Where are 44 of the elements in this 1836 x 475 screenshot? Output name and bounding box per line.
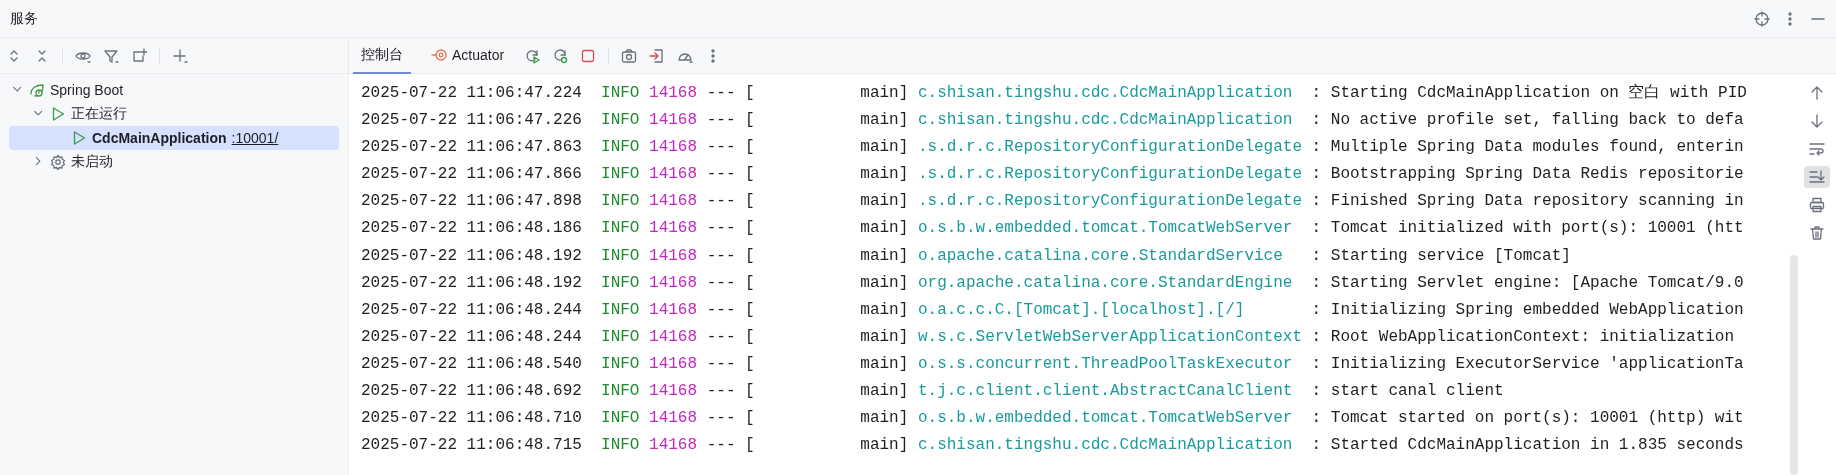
filter-icon[interactable] (103, 47, 119, 64)
scroll-to-end-icon (1809, 169, 1825, 185)
gear-icon (50, 154, 66, 170)
run-icon (50, 106, 66, 122)
trash-icon (1809, 225, 1825, 241)
exit-icon[interactable] (649, 47, 666, 64)
tab[interactable]: 控制台 (353, 37, 411, 74)
log-line: 2025-07-22 11:06:48.540 INFO 14168 --- [ main] o.s.s.concurrent.ThreadPoolTaskExecutor : Initializing ExecutorService 'applicationTa (361, 353, 1745, 375)
add-group-icon[interactable] (131, 47, 147, 64)
camera-icon[interactable] (621, 47, 638, 64)
log-line: 2025-07-22 11:06:47.866 INFO 14168 --- [ main] .s.d.r.c.RepositoryConfigurationDelegate : Bootstrapping Spring Data Redis repositorie (361, 164, 1745, 186)
up-arrow-icon (1809, 85, 1825, 101)
scroll-to-end-button[interactable] (1804, 166, 1830, 188)
scrollbar[interactable] (1790, 255, 1798, 475)
spring-leaf-icon (29, 82, 45, 98)
tree-item[interactable]: Spring Boot (9, 78, 339, 102)
log-line: 2025-07-22 11:06:48.715 INFO 14168 --- [ main] c.shisan.tingshu.cdc.CdcMainApplication : Started CdcMainApplication in 1.835 seconds (361, 435, 1745, 457)
log-line: 2025-07-22 11:06:48.244 INFO 14168 --- [ main] o.a.c.c.C.[Tomcat].[localhost].[/] : Initializing Spring embedded WebApplication (361, 299, 1745, 321)
tree-item[interactable]: 未启动 (9, 150, 339, 174)
tree-item[interactable]: 正在运行 (9, 102, 339, 126)
target-icon (431, 46, 447, 63)
log-line: 2025-07-22 11:06:48.710 INFO 14168 --- [ main] o.s.b.w.embedded.tomcat.TomcatWebServer : Tomcat started on port(s): 10001 (http) wit (361, 408, 1745, 430)
tree-item[interactable]: CdcMainApplication :10001/ (9, 126, 339, 150)
run-icon (71, 130, 87, 146)
target-icon[interactable] (1754, 10, 1770, 27)
log-line: 2025-07-22 11:06:48.186 INFO 14168 --- [ main] o.s.b.w.embedded.tomcat.TomcatWebServer : Tomcat initialized with port(s): 10001 (htt (361, 218, 1745, 240)
log-line: 2025-07-22 11:06:48.192 INFO 14168 --- [ main] o.apache.catalina.core.StandardService : Starting service [Tomcat] (361, 245, 1572, 267)
panel-title: 服务 (10, 9, 38, 28)
log-line: 2025-07-22 11:06:48.192 INFO 14168 --- [ main] org.apache.catalina.core.StandardEngine : Starting Servlet engine: [Apache Tomcat/9.0 (361, 272, 1745, 294)
log-line: 2025-07-22 11:06:47.898 INFO 14168 --- [ main] .s.d.r.c.RepositoryConfigurationDelegate : Finished Spring Data repository scanning in (361, 191, 1745, 213)
log-line: 2025-07-22 11:06:48.244 INFO 14168 --- [ main] w.s.c.ServletWebServerApplicationContext : Root WebApplicationContext: initialization (361, 326, 1736, 348)
soft-wrap-icon (1809, 141, 1825, 157)
log-line: 2025-07-22 11:06:47.226 INFO 14168 --- [ main] c.shisan.tingshu.cdc.CdcMainApplication : No active profile set, falling back to defa (361, 110, 1745, 132)
log-line: 2025-07-22 11:06:47.224 INFO 14168 --- [ main] c.shisan.tingshu.cdc.CdcMainApplication : Starting CdcMainApplication on 空白 with PID (361, 82, 1748, 104)
rerun-icon[interactable] (524, 47, 541, 64)
stop-icon[interactable] (580, 47, 597, 64)
print-icon (1809, 197, 1825, 213)
log-line: 2025-07-22 11:06:47.863 INFO 14168 --- [ main] .s.d.r.c.RepositoryConfigurationDelegate : Multiple Spring Data modules found, enterin (361, 137, 1745, 159)
down-arrow-icon (1809, 113, 1825, 129)
debug-rerun-icon[interactable] (552, 47, 569, 64)
add-icon[interactable] (172, 47, 188, 64)
log-line: 2025-07-22 11:06:48.692 INFO 14168 --- [ main] t.j.c.client.client.AbstractCanalClient : start canal client (361, 381, 1505, 403)
tab[interactable]: Actuator (423, 37, 513, 74)
port-link[interactable]: :10001/ (231, 130, 279, 146)
